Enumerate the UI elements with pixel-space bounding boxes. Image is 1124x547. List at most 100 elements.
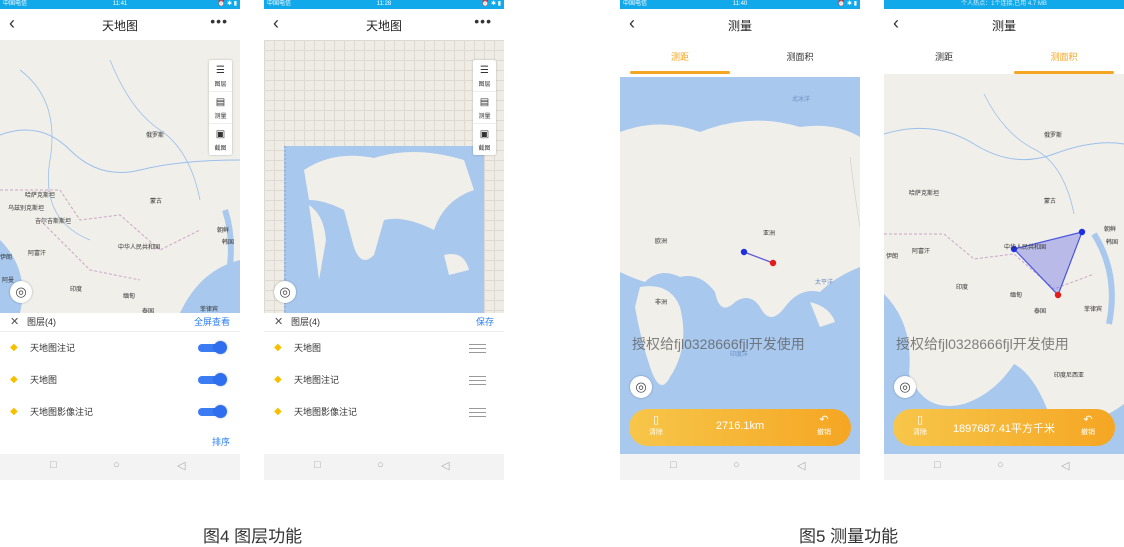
back-nav-icon[interactable]: ◁ (441, 459, 449, 472)
map-view[interactable]: 北冰洋 亚洲 欧洲 非洲 太平洋 印度洋 ◎ (620, 77, 860, 454)
locate-icon: ◎ (15, 284, 27, 299)
tool-layers[interactable]: ☰ 图层 (473, 60, 496, 92)
map-label: 哈萨克斯坦 (909, 191, 940, 197)
home-icon[interactable]: ○ (733, 459, 740, 471)
screenshot-icon: ▣ (479, 129, 490, 140)
locate-icon: ◎ (279, 284, 291, 299)
map-label: 蒙古 (150, 199, 163, 205)
tab-distance[interactable]: 测距 (884, 50, 1004, 63)
layer-toggle[interactable] (198, 373, 227, 386)
layers-icon: ☰ (216, 65, 225, 76)
map-canvas (284, 146, 484, 313)
undo-label: 撤销 (817, 429, 831, 436)
layer-name: 天地图注记 (294, 375, 340, 385)
home-icon[interactable]: ○ (113, 459, 120, 471)
ruler-icon: ▤ (215, 97, 226, 108)
tool-measure[interactable]: ▤ 测量 (209, 92, 232, 124)
back-nav-icon[interactable]: ◁ (797, 459, 805, 472)
system-nav-bar: □ ○ ◁ (620, 454, 860, 480)
layer-panel-title: 图层(4) (27, 317, 56, 327)
locate-button[interactable]: ◎ (274, 281, 296, 303)
tool-label: 图层 (478, 82, 491, 88)
map-view[interactable]: 俄罗斯 哈萨克斯坦 蒙古 中华人民共和国 阿富汗 伊朗 印度 缅甸 泰国 朝鲜 … (884, 74, 1124, 454)
layer-icon: ◆ (10, 374, 18, 385)
nav-bar: ‹ 天地图 ••• (264, 9, 504, 40)
close-icon[interactable]: ✕ (10, 313, 19, 331)
more-icon[interactable]: ••• (210, 13, 228, 29)
back-nav-icon[interactable]: ◁ (177, 459, 185, 472)
layer-name: 天地图影像注记 (294, 407, 358, 417)
map-label: 哈萨克斯坦 (25, 193, 56, 199)
tool-measure[interactable]: ▤ 测量 (473, 92, 496, 124)
back-nav-icon[interactable]: ◁ (1061, 459, 1069, 472)
drag-handle-icon[interactable] (469, 344, 486, 356)
layers-icon: ☰ (480, 65, 489, 76)
clock: 11:41 (112, 1, 128, 7)
map-label: 缅甸 (123, 294, 136, 300)
tab-area[interactable]: 测面积 (1004, 50, 1124, 63)
close-icon[interactable]: ✕ (274, 313, 283, 331)
recents-icon[interactable]: □ (50, 459, 57, 471)
sort-link[interactable]: 排序 (212, 435, 230, 448)
locate-icon: ◎ (899, 379, 911, 394)
map-label: 泰国 (1034, 309, 1047, 315)
undo-button[interactable]: ↶ 撤销 (817, 414, 831, 437)
figure-caption-right: 图5 测量功能 (799, 527, 899, 546)
map-label: 太平洋 (815, 280, 834, 286)
tool-layers[interactable]: ☰ 图层 (209, 60, 232, 92)
tab-area[interactable]: 测面积 (740, 50, 860, 63)
home-icon[interactable]: ○ (997, 459, 1004, 471)
page-title: 天地图 (365, 19, 402, 33)
layer-icon: ◆ (274, 342, 282, 353)
recents-icon[interactable]: □ (934, 459, 941, 471)
undo-icon: ↶ (1083, 414, 1093, 426)
phone-screen-measure-distance: 中国电信 11:40 ⏰ ✱ ▮ ‹ 测量 测距 测面积 北冰洋 亚洲 欧洲 非… (620, 0, 860, 480)
locate-button[interactable]: ◎ (894, 376, 916, 398)
map-label: 乌兹别克斯坦 (8, 206, 45, 212)
layer-toggle[interactable] (198, 341, 227, 354)
screenshot-icon: ▣ (215, 129, 226, 140)
map-label: 泰国 (142, 309, 155, 313)
undo-label: 撤销 (1081, 429, 1095, 436)
system-nav-bar: □ ○ ◁ (0, 454, 240, 480)
map-canvas (884, 93, 1124, 454)
ruler-icon: ▤ (479, 97, 490, 108)
map-view[interactable]: ☰ 图层 ▤ 测量 ▣ 截图 ◎ (264, 40, 504, 313)
map-label: 阿富汗 (912, 249, 931, 255)
watermark-text: 授权给fjl0328666fjl开发使用 (632, 336, 805, 352)
map-label: 俄罗斯 (146, 133, 165, 139)
page-title: 测量 (991, 19, 1016, 33)
map-label: 印度尼西亚 (1054, 373, 1085, 379)
map-label: 阿曼 (2, 278, 15, 284)
drag-handle-icon[interactable] (469, 408, 486, 420)
more-icon[interactable]: ••• (474, 13, 492, 29)
measure-tabs: 测距 测面积 (884, 40, 1124, 74)
tab-distance[interactable]: 测距 (620, 50, 740, 63)
save-link[interactable]: 保存 (476, 313, 494, 331)
map-label: 中华人民共和国 (118, 245, 161, 251)
map-label: 印度 (70, 287, 83, 293)
tool-screenshot[interactable]: ▣ 截图 (473, 124, 496, 155)
map-canvas (0, 59, 240, 313)
recents-icon[interactable]: □ (670, 459, 677, 471)
map-label: 阿富汗 (28, 251, 47, 257)
recents-icon[interactable]: □ (314, 459, 321, 471)
locate-button[interactable]: ◎ (630, 376, 652, 398)
map-label: 印度 (956, 285, 969, 291)
layer-panel: ✕ 图层(4) 保存 ◆ 天地图 ◆ 天地图注记 ◆ 天地图影像注记 (264, 313, 504, 454)
locate-button[interactable]: ◎ (10, 281, 32, 303)
tool-label: 测量 (214, 114, 227, 120)
drag-handle-icon[interactable] (469, 376, 486, 388)
map-label: 朝鲜 (217, 228, 230, 234)
home-icon[interactable]: ○ (377, 459, 384, 471)
map-label: 缅甸 (1010, 293, 1023, 299)
undo-button[interactable]: ↶ 撤销 (1081, 414, 1095, 437)
layer-name: 天地图 (30, 375, 58, 385)
phone-screen-layers-a: 中国电信 11:41 ⏰ ✱ ▮ ‹ 天地图 ••• 俄罗斯 哈萨克斯坦 蒙古 … (0, 0, 240, 480)
map-view[interactable]: 俄罗斯 哈萨克斯坦 蒙古 乌兹别克斯坦 吉尔吉斯斯坦 阿富汗 中华人民共和国 朝… (0, 40, 240, 313)
map-label: 菲律宾 (1084, 307, 1103, 313)
tool-screenshot[interactable]: ▣ 截图 (209, 124, 232, 155)
fullscreen-view-link[interactable]: 全屏查看 (194, 313, 230, 331)
layer-toggle[interactable] (198, 405, 227, 418)
nav-bar: ‹ 测量 (620, 9, 860, 40)
